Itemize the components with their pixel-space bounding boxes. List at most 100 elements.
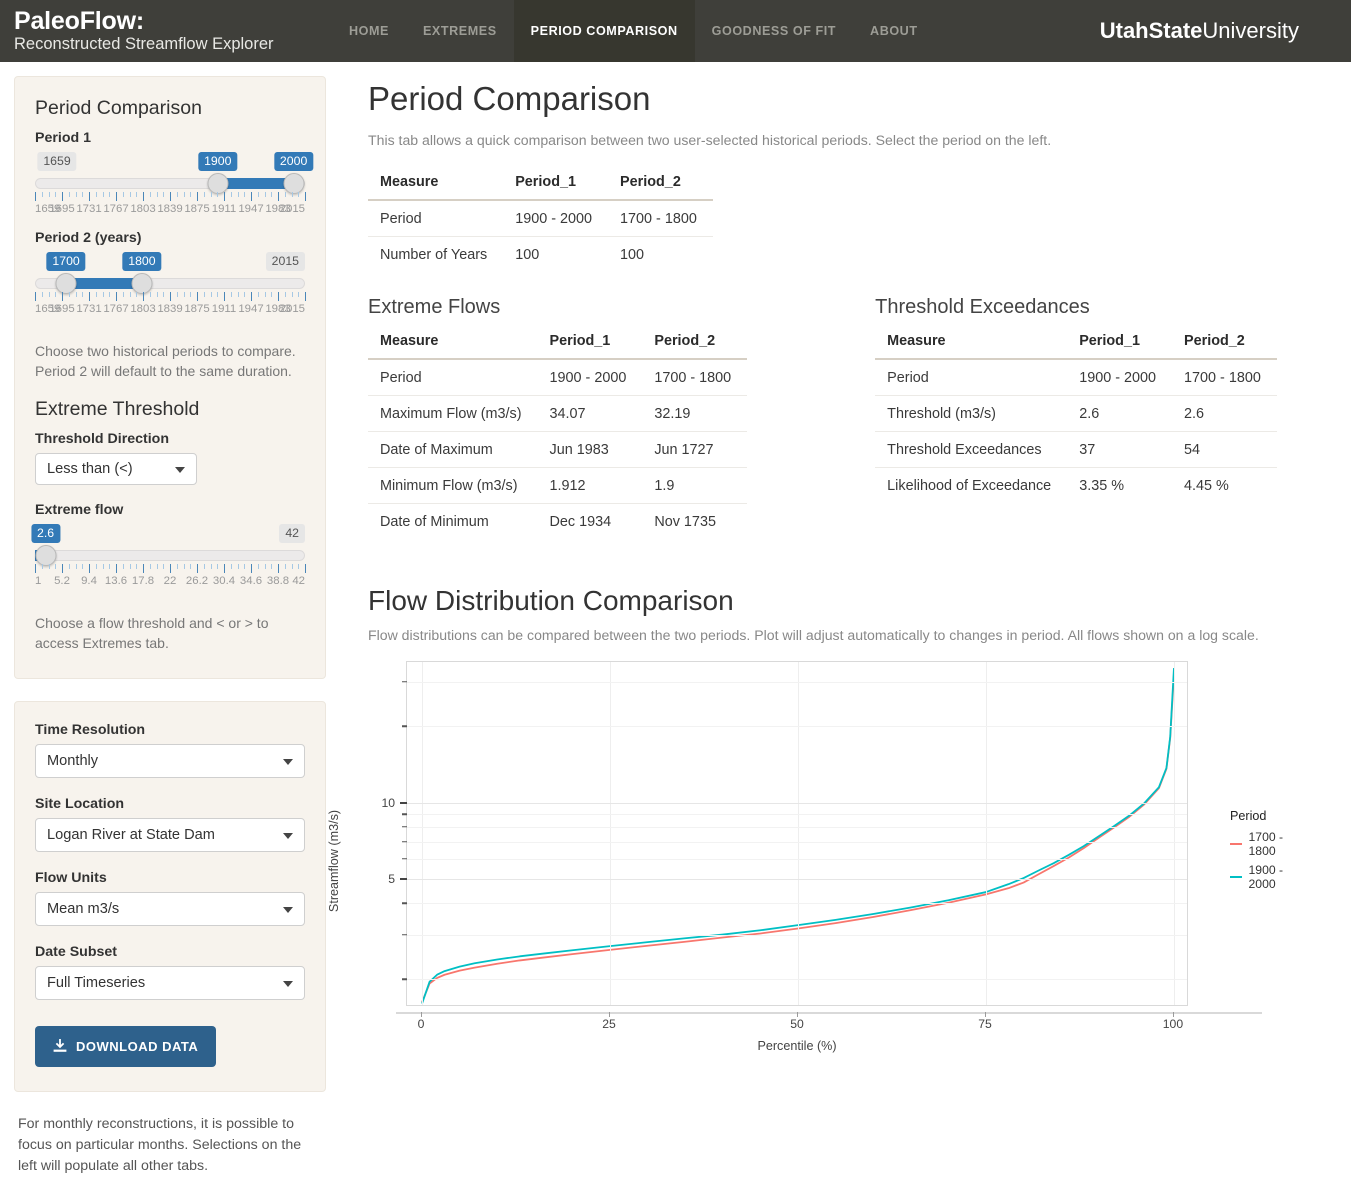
chart-gridline-vertical xyxy=(985,662,987,1005)
threshold-exceedances-title: Threshold Exceedances xyxy=(875,296,1090,318)
table-cell: Nov 1735 xyxy=(654,514,716,530)
period1-label: Period 1 xyxy=(35,130,91,146)
column-header: Measure xyxy=(875,323,1068,360)
chart-gridline-horizontal xyxy=(407,979,1187,981)
slider-tick-label: 1839 xyxy=(157,203,183,215)
table-row: Date of Minimum Dec 1934 Nov 1735 xyxy=(368,504,747,540)
download-icon xyxy=(53,1039,67,1052)
chart-gridline-vertical xyxy=(1173,662,1175,1005)
chevron-down-icon xyxy=(283,758,293,765)
table-cell: 1.912 xyxy=(537,467,643,504)
site-location-label: Site Location xyxy=(35,795,125,812)
chart-legend-item: 1700 - 1800 xyxy=(1230,830,1288,858)
site-location-select[interactable]: Logan River at State Dam xyxy=(35,817,305,852)
slider-tick-label: 2015 xyxy=(279,303,305,315)
period2-range-slider[interactable]: 2015 1700 1800 1659 1695 1731 1767 1803 1839 1875… xyxy=(35,252,306,324)
chart-x-axis-label: Percentile (%) xyxy=(757,1039,837,1053)
table-cell: 1700 - 1800 xyxy=(642,359,748,396)
time-resolution-select[interactable]: Monthly xyxy=(35,743,305,778)
table-cell: 3.35 % xyxy=(1079,478,1124,494)
chart-gridline-horizontal xyxy=(407,681,1187,683)
chart-y-tickmark xyxy=(402,681,407,683)
date-subset-select[interactable]: Full Timeseries xyxy=(35,965,305,1000)
chart-x-tick-label: 100 xyxy=(1162,1017,1184,1031)
chart-gridline-horizontal xyxy=(407,826,1187,828)
chart-section-title: Flow Distribution Comparison xyxy=(368,585,734,616)
main-content: Period Comparison This tab allows a quic… xyxy=(327,62,1351,1061)
flow-units-select[interactable]: Mean m3/s xyxy=(35,891,305,926)
chart-y-tickmark xyxy=(400,801,407,804)
extreme-flow-slider[interactable]: 42 2.6 1 5.2 9.4 13.6 17.8 22 26.2 30.4 34.6 38.8 42 xyxy=(30,523,306,596)
table-cell: 1700 - 1800 xyxy=(1172,359,1277,396)
university-logo: UtahStateUniversity xyxy=(1100,18,1299,44)
table-cell: 4.45 % xyxy=(1184,478,1229,494)
nav-link-goodness-of-fit[interactable]: GOODNESS OF FIT xyxy=(695,0,853,62)
chart-gridline-vertical xyxy=(798,662,799,1005)
slider-handle-high[interactable] xyxy=(283,173,305,194)
flow-units-value: Mean m3/s xyxy=(47,900,120,917)
slider-handle[interactable] xyxy=(35,544,57,566)
column-header: Measure xyxy=(368,323,538,360)
nav-link-home[interactable]: HOME xyxy=(332,0,406,62)
table-cell: 100 xyxy=(515,247,540,263)
slider-tick-label: 1731 xyxy=(76,203,102,215)
nav-links: HOME EXTREMES PERIOD COMPARISON GOODNESS OF… xyxy=(332,0,935,62)
chart-y-tickmark xyxy=(402,840,407,843)
slider-max-badge: 2015 xyxy=(265,252,305,271)
slider-tick-label: 1767 xyxy=(103,303,129,315)
table-row: Period 1900 - 2000 1700 - 1800 xyxy=(368,200,713,237)
nav-link-about[interactable]: ABOUT xyxy=(853,0,935,62)
chart-gridline-horizontal xyxy=(407,858,1187,860)
table-cell: 54 xyxy=(1172,431,1277,468)
table-cell: Dec 1934 xyxy=(549,514,612,530)
chart-legend-swatch xyxy=(1230,843,1242,845)
table-cell: 2.6 xyxy=(1172,395,1277,432)
extreme-flow-label: Extreme flow xyxy=(35,501,124,518)
threshold-help-text: Choose a flow threshold and < or > to ac… xyxy=(35,614,269,651)
slider-handle-high[interactable] xyxy=(131,273,153,294)
chart-gridline-horizontal xyxy=(407,814,1187,816)
table-cell: 1.9 xyxy=(642,467,748,504)
download-data-button[interactable]: DOWNLOAD DATA xyxy=(35,1025,217,1067)
nav-link-period-comparison[interactable]: PERIOD COMPARISON xyxy=(513,0,695,62)
table-cell: Likelihood of Exceedance xyxy=(887,478,1052,494)
page-subtitle: This tab allows a quick comparison betwe… xyxy=(368,132,1052,148)
table-cell: Minimum Flow (m3/s) xyxy=(368,467,538,504)
slider-tick-label: 22 xyxy=(163,574,177,587)
slider-track[interactable] xyxy=(35,549,305,561)
slider-tick-label: 1767 xyxy=(103,203,129,215)
slider-tick-label: 1947 xyxy=(238,203,264,215)
extreme-flows-title: Extreme Flows xyxy=(368,296,501,318)
slider-tick-label: 1 xyxy=(35,574,42,587)
threshold-direction-select[interactable]: Less than (<) xyxy=(35,452,197,485)
period1-range-slider[interactable]: 1659 1900 2000 1659 1695 1731 1767 1803 1839 1875… xyxy=(35,152,314,224)
chevron-down-icon xyxy=(283,906,293,913)
slider-tick-label: 1803 xyxy=(130,303,156,315)
chart-legend-label: 1900 - 2000 xyxy=(1248,863,1284,891)
slider-low-value: 1700 xyxy=(46,252,86,271)
university-logo-light: University xyxy=(1202,18,1299,43)
app-brand[interactable]: PaleoFlow: Reconstructed Streamflow Expl… xyxy=(0,0,290,62)
chart-legend-swatch xyxy=(1230,876,1242,878)
chart-legend-label: 1700 - 1800 xyxy=(1248,830,1284,858)
chart-y-tickmark xyxy=(402,826,407,828)
slider-tick-label: 38.8 xyxy=(266,574,290,587)
slider-handle-low[interactable] xyxy=(207,173,229,194)
slider-tick-label: 1839 xyxy=(157,303,183,315)
slider-tick-label: 1695 xyxy=(49,203,75,215)
tables-row: Extreme Flows Measure Period_1 Period_2 Per… xyxy=(368,296,1351,539)
table-header-row: Measure Period_1 Period_2 xyxy=(368,323,748,360)
chart-y-tickmark xyxy=(402,902,407,904)
slider-tick-label: 13.6 xyxy=(104,574,128,587)
table-cell: 32.19 xyxy=(642,395,748,432)
table-cell: Period xyxy=(368,359,538,396)
threshold-exceedances-table: Measure Period_1 Period_2 Period 1900 - 2000… xyxy=(875,323,1277,503)
chart-y-tick-label: 5 xyxy=(388,871,395,886)
extreme-flows-table: Measure Period_1 Period_2 Period 1900 - 2000… xyxy=(368,323,748,540)
slider-handle-low[interactable] xyxy=(55,273,77,294)
period2-label: Period 2 (years) xyxy=(35,230,142,246)
table-cell: Date of Maximum xyxy=(368,431,538,468)
slider-tick-label: 1875 xyxy=(184,303,210,315)
page-body: Period Comparison Period 1 1659 1900 2000 1… xyxy=(0,62,1351,1177)
nav-link-extremes[interactable]: EXTREMES xyxy=(406,0,514,62)
